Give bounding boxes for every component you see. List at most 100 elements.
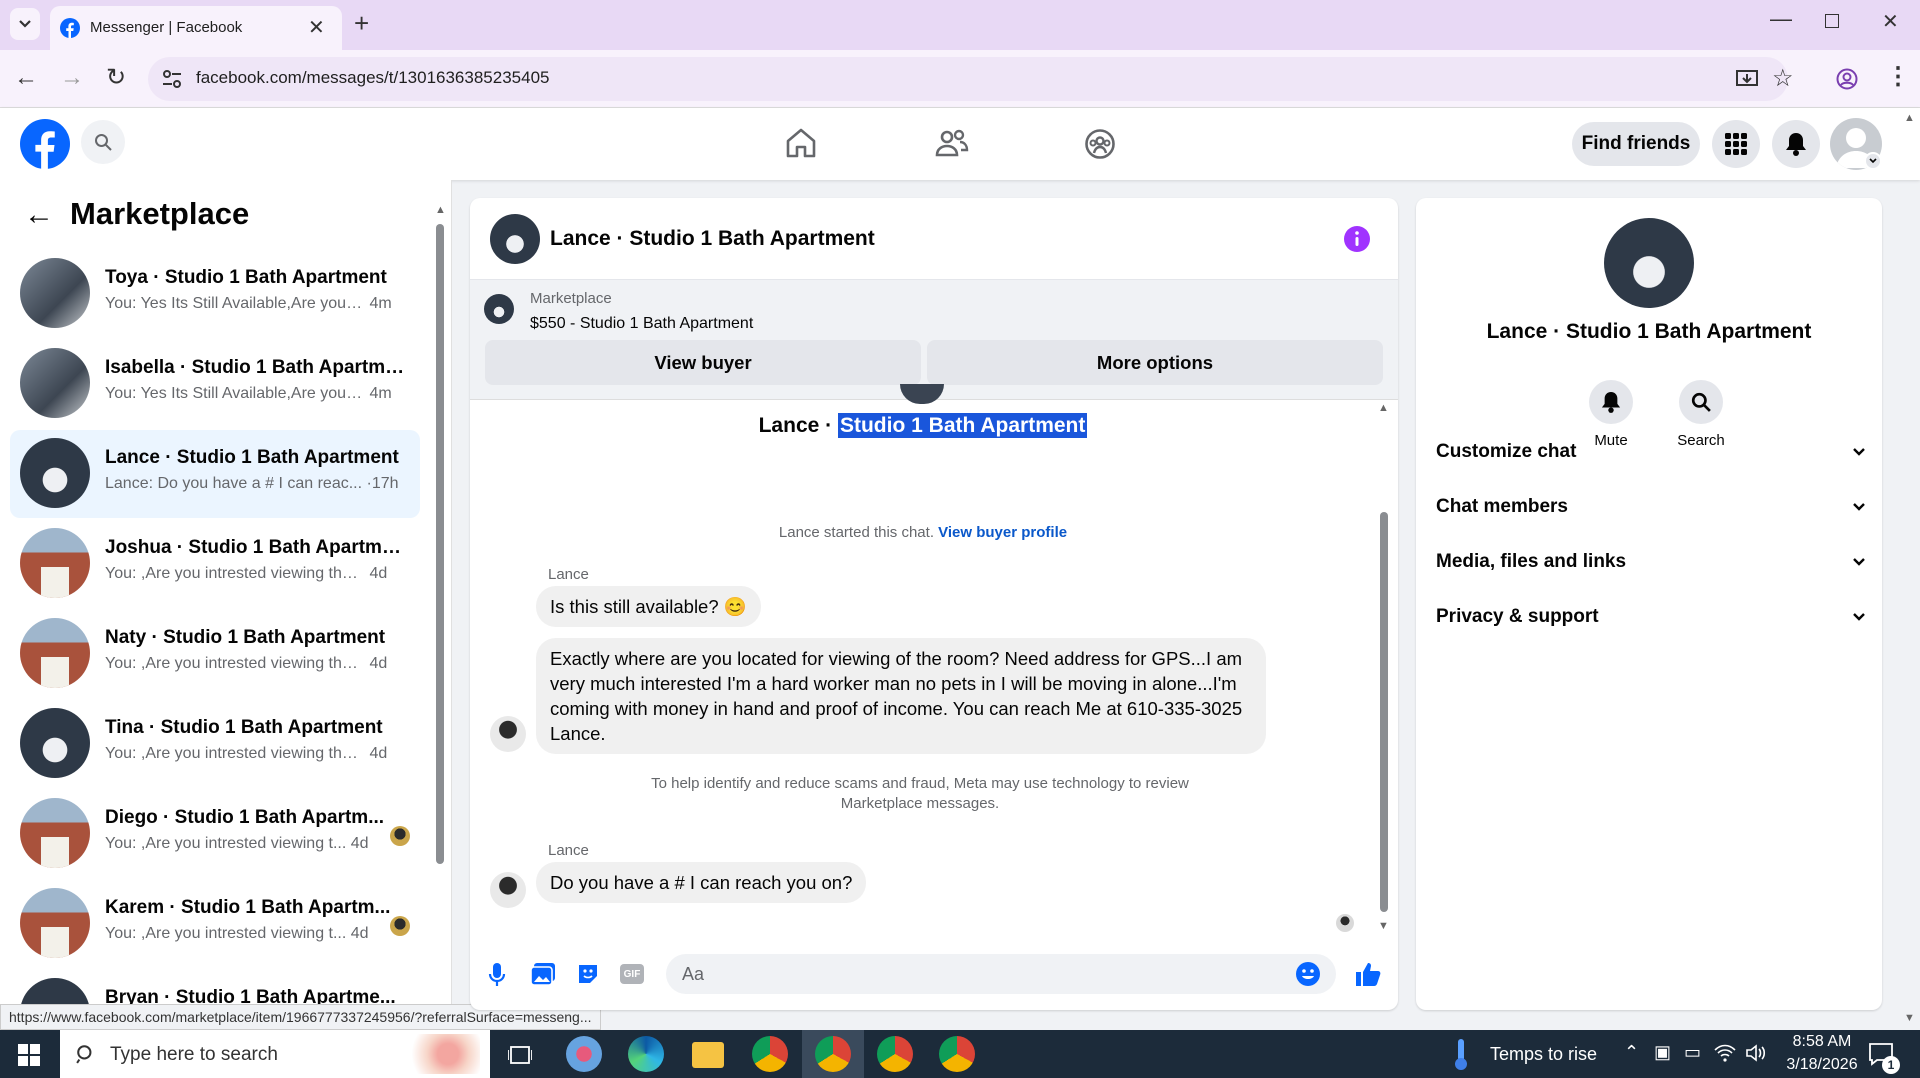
bell-icon xyxy=(1601,392,1621,413)
thread-scrollbar-thumb[interactable] xyxy=(1380,512,1388,912)
new-tab-button[interactable]: + xyxy=(354,8,369,39)
message-bubble[interactable]: Is this still available? 😊 xyxy=(536,586,761,627)
scroll-up-arrow-icon[interactable]: ▲ xyxy=(435,204,446,216)
more-options-button[interactable]: More options xyxy=(927,340,1383,385)
view-buyer-button[interactable]: View buyer xyxy=(485,340,921,385)
restore-window-button[interactable] xyxy=(1825,14,1839,28)
notifications-button[interactable] xyxy=(1772,120,1820,168)
conversation-item[interactable]: Toya · Studio 1 Bath Apartment You: Yes I… xyxy=(10,250,420,338)
section-label: Media, files and links xyxy=(1436,551,1627,572)
page-scroll-down-icon[interactable]: ▼ xyxy=(1904,1012,1915,1024)
page-scroll-up-icon[interactable]: ▲ xyxy=(1904,112,1915,124)
emoji-icon[interactable] xyxy=(1296,962,1320,986)
photo-icon[interactable] xyxy=(530,962,556,986)
close-tab-icon[interactable]: ✕ xyxy=(308,15,325,40)
forward-arrow-icon[interactable]: → xyxy=(60,64,84,92)
menu-button[interactable] xyxy=(1712,120,1760,168)
conversation-item[interactable]: Tina · Studio 1 Bath Apartment You: ,Are … xyxy=(10,700,420,788)
conversation-item[interactable]: Lance · Studio 1 Bath Apartment Lance: Do… xyxy=(10,430,420,518)
view-buyer-profile-link[interactable]: View buyer profile xyxy=(938,524,1067,541)
weather-text[interactable]: Temps to rise xyxy=(1490,1044,1597,1065)
more-options-label: More options xyxy=(1096,351,1214,373)
meet-now-icon[interactable]: ▣ xyxy=(1654,1042,1671,1063)
listing-thumbnail xyxy=(20,708,90,778)
clock-time[interactable]: 8:58 AM xyxy=(1784,1033,1860,1051)
listing-price-title[interactable]: $550 - Studio 1 Bath Apartment xyxy=(530,315,753,333)
groups-icon[interactable] xyxy=(1084,128,1116,160)
profile-icon[interactable] xyxy=(1836,68,1858,90)
scroll-up-arrow-icon[interactable]: ▲ xyxy=(1378,402,1389,414)
listing-thumbnail[interactable] xyxy=(484,294,514,324)
contact-avatar[interactable] xyxy=(1604,218,1694,308)
install-app-icon[interactable] xyxy=(1736,69,1758,89)
volume-icon[interactable] xyxy=(1746,1044,1768,1062)
info-icon[interactable] xyxy=(1344,226,1370,252)
sender-avatar[interactable] xyxy=(490,716,526,752)
tab-list-dropdown-button[interactable] xyxy=(10,8,40,40)
edge-icon[interactable] xyxy=(628,1036,664,1072)
task-view-icon[interactable] xyxy=(508,1044,532,1066)
chrome-profile-icon[interactable] xyxy=(939,1036,975,1072)
browser-tab[interactable]: Messenger | Facebook ✕ xyxy=(50,6,342,50)
show-hidden-icons-chevron[interactable]: ⌃ xyxy=(1624,1042,1639,1063)
privacy-support-section[interactable]: Privacy & support xyxy=(1436,595,1866,639)
account-chevron[interactable] xyxy=(1864,152,1882,170)
address-bar[interactable]: facebook.com/messages/t/1301636385235405… xyxy=(148,57,1794,101)
message-input[interactable]: Aa xyxy=(666,954,1336,994)
chat-title[interactable]: Lance · Studio 1 Bath Apartment xyxy=(550,227,875,251)
customize-chat-section[interactable]: Customize chat xyxy=(1436,430,1866,474)
taskbar-app-icon[interactable] xyxy=(566,1036,602,1072)
chrome-gmail-icon[interactable] xyxy=(752,1036,788,1072)
chrome-profile-icon[interactable] xyxy=(815,1036,851,1072)
scrollbar-thumb[interactable] xyxy=(436,224,444,864)
conversation-item[interactable]: Diego · Studio 1 Bath Apartm... You: ,Are… xyxy=(10,790,420,878)
close-window-button[interactable]: ✕ xyxy=(1882,9,1899,34)
microphone-icon[interactable] xyxy=(488,962,506,988)
message-bubble[interactable]: Do you have a # I can reach you on? xyxy=(536,862,867,903)
clock-date[interactable]: 3/18/2026 xyxy=(1778,1056,1866,1074)
file-explorer-icon[interactable] xyxy=(692,1042,724,1068)
conversation-preview-line: You: Yes Its Still Available,Are you i..… xyxy=(105,385,392,403)
message-bubble[interactable]: Exactly where are you located for viewin… xyxy=(536,638,1266,754)
find-friends-button[interactable]: Find friends xyxy=(1572,122,1700,166)
read-receipt-avatar xyxy=(390,826,410,846)
conversation-item[interactable]: Naty · Studio 1 Bath Apartment You: ,Are … xyxy=(10,610,420,698)
chat-members-section[interactable]: Chat members xyxy=(1436,485,1866,529)
site-settings-icon[interactable] xyxy=(162,70,182,88)
gif-icon[interactable]: GIF xyxy=(620,964,644,984)
windows-start-icon[interactable] xyxy=(18,1044,40,1066)
sidebar-scrollbar[interactable]: ▲ xyxy=(435,204,446,864)
conversation-time: 4d xyxy=(369,565,388,582)
friends-icon[interactable] xyxy=(935,128,969,158)
chrome-profile-icon[interactable] xyxy=(877,1036,913,1072)
conversation-time: 4m xyxy=(369,295,392,312)
chat-panel: Lance · Studio 1 Bath Apartment Marketpl… xyxy=(470,198,1398,1010)
conversation-preview-line: Lance: Do you have a # I can reac... ·17… xyxy=(105,475,399,493)
reload-icon[interactable]: ↻ xyxy=(106,63,126,92)
search-circle xyxy=(1679,380,1723,424)
thumbs-up-icon[interactable] xyxy=(1354,960,1382,988)
sender-avatar[interactable] xyxy=(490,872,526,908)
home-icon[interactable] xyxy=(785,128,817,158)
status-url: https://www.facebook.com/marketplace/ite… xyxy=(9,1009,592,1025)
facebook-search-button[interactable] xyxy=(81,120,125,164)
wifi-icon[interactable] xyxy=(1714,1044,1736,1062)
chevron-down-icon xyxy=(1853,503,1865,511)
minimize-window-button[interactable]: — xyxy=(1770,6,1792,32)
marketplace-sidebar: ← Marketplace Toya · Studio 1 Bath Apart… xyxy=(0,180,452,1030)
taskbar-search-box[interactable]: Type here to search xyxy=(60,1030,490,1078)
back-arrow-icon[interactable]: ← xyxy=(14,64,38,92)
conversation-list[interactable]: Toya · Studio 1 Bath Apartment You: Yes I… xyxy=(0,180,430,1030)
battery-icon[interactable]: ▭ xyxy=(1684,1042,1701,1063)
bookmark-star-icon[interactable]: ☆ xyxy=(1772,64,1794,93)
scroll-down-arrow-icon[interactable]: ▼ xyxy=(1378,920,1389,932)
facebook-logo-icon[interactable] xyxy=(20,119,70,169)
browser-menu-icon[interactable]: ⋮ xyxy=(1886,62,1910,91)
conversation-item[interactable]: Joshua · Studio 1 Bath Apartment You: ,Ar… xyxy=(10,520,420,608)
conversation-item[interactable]: Karem · Studio 1 Bath Apartm... You: ,Are… xyxy=(10,880,420,968)
conversation-item[interactable]: Isabella · Studio 1 Bath Apartment You: Y… xyxy=(10,340,420,428)
sticker-icon[interactable] xyxy=(576,962,600,986)
media-files-links-section[interactable]: Media, files and links xyxy=(1436,540,1866,584)
url-text[interactable]: facebook.com/messages/t/1301636385235405 xyxy=(196,68,549,88)
chat-avatar[interactable] xyxy=(490,214,540,264)
